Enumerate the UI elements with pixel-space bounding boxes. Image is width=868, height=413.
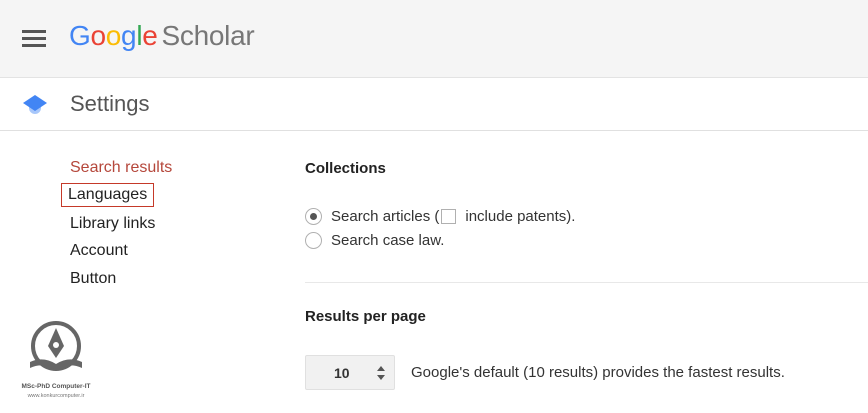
logo-letter: o: [105, 20, 122, 51]
watermark-title: MSc-PhD Computer-IT: [21, 383, 91, 390]
page-title: Settings: [70, 91, 150, 116]
include-patents-label: include patents).: [465, 208, 576, 225]
search-case-law-label: Search case law.: [331, 232, 445, 249]
up-down-arrows-icon: [377, 366, 385, 380]
results-per-page-value: 10: [334, 365, 350, 381]
sidebar-item-search-results[interactable]: Search results: [70, 159, 172, 177]
results-per-page-select[interactable]: 10: [305, 355, 395, 390]
search-articles-radio[interactable]: [305, 208, 322, 225]
hamburger-menu-icon[interactable]: [22, 30, 47, 48]
scholar-cap-icon: [23, 95, 47, 114]
top-bar: Google Scholar: [0, 0, 868, 78]
watermark-url: www.konkurcomputer.ir: [27, 393, 85, 399]
results-per-page-heading: Results per page: [305, 308, 426, 325]
search-articles-option[interactable]: Search articles ( include patents).: [305, 208, 575, 225]
results-per-page-note: Google's default (10 results) provides t…: [411, 364, 785, 381]
logo-letter: o: [90, 20, 106, 51]
logo-letter: e: [142, 20, 158, 51]
pen-book-logo-icon: [30, 321, 82, 371]
logo-letter: g: [121, 20, 137, 51]
search-case-law-radio[interactable]: [305, 232, 322, 249]
section-divider: [305, 282, 868, 283]
sidebar-item-languages[interactable]: Languages: [60, 183, 155, 207]
logo-letter: G: [69, 20, 91, 51]
search-articles-label: Search articles (: [331, 208, 440, 225]
google-scholar-logo[interactable]: Google Scholar: [69, 20, 255, 52]
settings-header: Settings: [0, 79, 868, 131]
google-logo-text: Google: [69, 20, 158, 51]
collections-heading: Collections: [305, 160, 386, 177]
watermark-logo: MSc-PhD Computer-IT www.konkurcomputer.i…: [16, 318, 96, 408]
include-patents-checkbox[interactable]: [441, 209, 457, 224]
scholar-logo-text: Scholar: [161, 20, 255, 51]
sidebar-item-button[interactable]: Button: [70, 270, 116, 288]
search-case-law-option[interactable]: Search case law.: [305, 232, 444, 249]
sidebar-item-library-links[interactable]: Library links: [70, 215, 155, 233]
sidebar-item-account[interactable]: Account: [70, 242, 128, 260]
